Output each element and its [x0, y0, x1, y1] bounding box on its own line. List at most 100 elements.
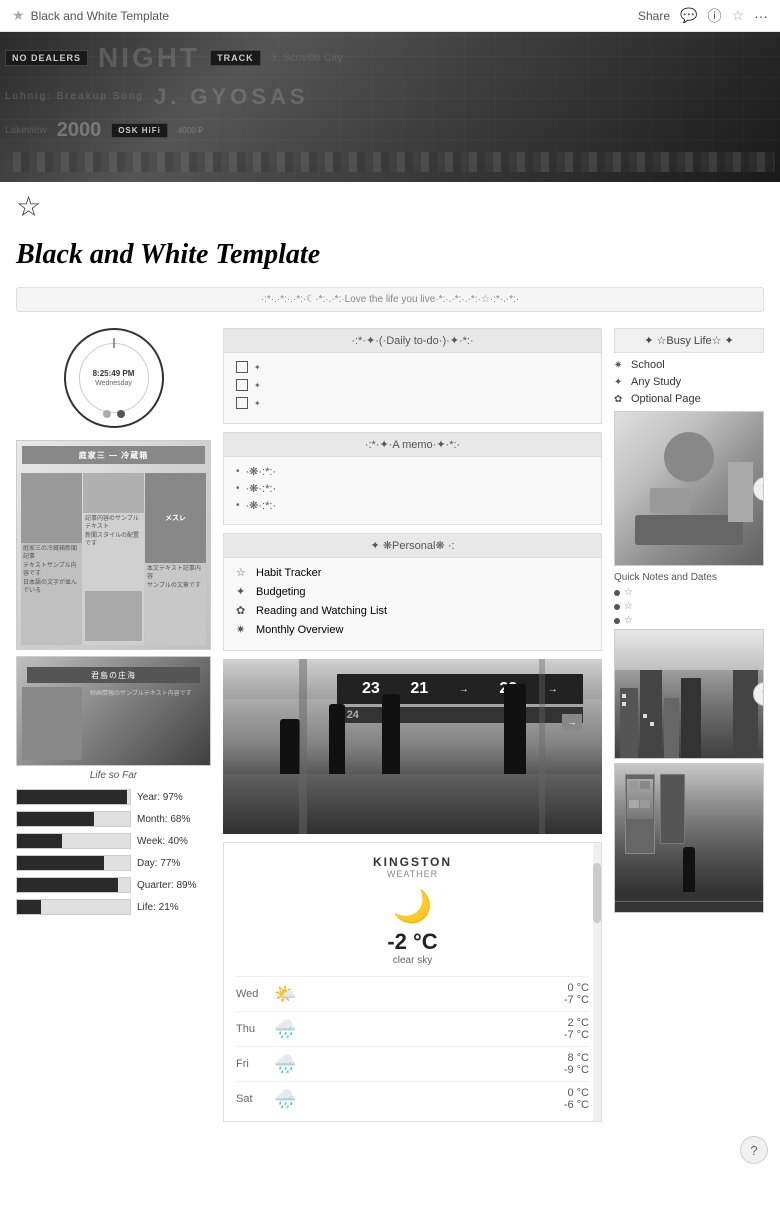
info-icon[interactable]: ⓘ — [707, 6, 721, 26]
todo-dot-3: ✦ — [254, 399, 261, 408]
life-caption: Life so Far — [16, 770, 211, 781]
optional-icon: ✿ — [614, 394, 626, 405]
busy-item-school[interactable]: ✷ School — [614, 359, 764, 371]
habit-icon: ☆ — [236, 566, 250, 579]
progress-label: Year: 97% — [137, 792, 183, 803]
weather-row-thu: Thu 🌧️ 2 °C -7 °C — [236, 1011, 589, 1046]
memo-content: • ·❋·:*:· • ·❋·:*:· • ·❋·:*:· — [224, 457, 601, 524]
bottom-space — [0, 1142, 780, 1222]
busy-item-study[interactable]: ✦ Any Study — [614, 376, 764, 388]
weather-temps-fri: 8 °C -9 °C — [564, 1052, 589, 1076]
weather-main-icon: 🌙 — [236, 879, 589, 929]
weather-widget: KINGSTON WEATHER 🌙 -2 °C clear sky Wed 🌤… — [223, 842, 602, 1122]
monthly-label: Monthly Overview — [256, 624, 343, 636]
weather-day-fri: Fri — [236, 1058, 266, 1070]
todo-checkbox-1[interactable] — [236, 361, 248, 373]
progress-bar-bg — [16, 899, 131, 915]
weather-scrollbar-thumb[interactable] — [593, 863, 601, 923]
progress-item: Month: 68% — [16, 811, 211, 827]
reading-icon: ✿ — [236, 604, 250, 617]
qn-star-3: ☆ — [624, 615, 633, 626]
weather-icon-fri: 🌧️ — [274, 1054, 296, 1075]
weather-temps-thu: 2 °C -7 °C — [564, 1017, 589, 1041]
page-tab-title: Black and White Template — [31, 9, 170, 23]
progress-section: Year: 97% Month: 68% Week: 40% Day: 77% … — [16, 789, 211, 915]
qn-star-1: ☆ — [624, 587, 633, 598]
optional-label: Optional Page — [631, 393, 701, 405]
weather-row-wed: Wed 🌤️ 0 °C -7 °C — [236, 976, 589, 1011]
weather-main-temp: -2 °C — [236, 929, 589, 955]
progress-item: Year: 97% — [16, 789, 211, 805]
help-button-fixed[interactable]: ? — [740, 1136, 768, 1164]
clock-face: 8:25:49 PM Wednesday — [64, 328, 164, 428]
station-image: 23 21 → 22 → 24 — [223, 659, 602, 834]
todo-dot-1: ✦ — [254, 363, 261, 372]
daily-todo-content: ✦ ✦ ✦ — [224, 353, 601, 423]
newspaper-image-2: 君島の庄海 映画情報のサンプルテキスト内容です — [16, 656, 211, 766]
memo-item-1: • ·❋·:*:· — [236, 465, 589, 478]
monthly-icon: ✷ — [236, 623, 250, 636]
weather-scrollbar[interactable] — [593, 843, 601, 1121]
progress-label: Day: 77% — [137, 858, 180, 869]
personal-content: ☆ Habit Tracker ✦ Budgeting ✿ Reading an… — [224, 558, 601, 650]
progress-bar-fill — [17, 790, 127, 804]
weather-label: WEATHER — [236, 869, 589, 879]
weather-day-wed: Wed — [236, 988, 266, 1000]
progress-bar-bg — [16, 789, 131, 805]
qn-star-2: ☆ — [624, 601, 633, 612]
deco-line: ·:*·.·*:·.·*:·☾·*:·.·*:·Love the life yo… — [16, 287, 764, 312]
newspaper-image-1: 庭家三 — 冷蔵箱 庭家三の冷蔵箱新聞記事テキストサンプル内容です日本語の文字が… — [16, 440, 211, 650]
page-title: Black and White Template — [0, 231, 780, 287]
memo-text-1: ·❋·:*:· — [246, 465, 277, 478]
busy-life-header: ✦ ☆Busy Life☆ ✦ — [614, 328, 764, 353]
habit-label: Habit Tracker — [256, 567, 321, 579]
weather-day-thu: Thu — [236, 1023, 266, 1035]
personal-item-habit[interactable]: ☆ Habit Tracker — [236, 566, 589, 579]
busy-item-optional[interactable]: ✿ Optional Page — [614, 393, 764, 405]
weather-desc: clear sky — [236, 955, 589, 966]
middle-column: ·:*·✦·(·Daily to-do·)·✦·*:· ✦ ✦ ✦ ·:*·✦·… — [223, 328, 602, 1122]
right-column: ✦ ☆Busy Life☆ ✦ ✷ School ✦ Any Study ✿ O… — [614, 328, 764, 1122]
quick-note-1: ☆ — [614, 587, 764, 598]
right-image-1: ? — [614, 411, 764, 566]
school-label: School — [631, 359, 665, 371]
favorite-icon[interactable]: ☆ — [731, 7, 744, 24]
memo-item-3: • ·❋·:*:· — [236, 499, 589, 512]
right-image-3 — [614, 763, 764, 913]
right-image-2: ? — [614, 629, 764, 759]
personal-item-budget[interactable]: ✦ Budgeting — [236, 585, 589, 598]
progress-label: Month: 68% — [137, 814, 190, 825]
qn-bullet-2 — [614, 604, 620, 610]
progress-bar-fill — [17, 834, 62, 848]
page-star-section: ☆ — [0, 182, 780, 231]
progress-bar-fill — [17, 856, 104, 870]
progress-bar-fill — [17, 812, 94, 826]
main-content: 8:25:49 PM Wednesday 庭家三 — 冷蔵箱 庭家三の冷蔵箱新聞… — [0, 328, 780, 1142]
progress-label: Quarter: 89% — [137, 880, 196, 891]
budget-icon: ✦ — [236, 585, 250, 598]
progress-label: Week: 40% — [137, 836, 188, 847]
top-bar-left: ★ Black and White Template — [12, 7, 169, 24]
todo-item-2[interactable]: ✦ — [236, 379, 589, 391]
comment-icon[interactable]: 💬 — [680, 7, 697, 24]
hero-banner: NO DEALERS NIGHT TRACK 3. Scoville City … — [0, 32, 780, 182]
todo-item-3[interactable]: ✦ — [236, 397, 589, 409]
share-button[interactable]: Share — [638, 9, 670, 23]
clock-day: Wednesday — [95, 380, 132, 387]
page-favicon-icon: ★ — [12, 7, 25, 24]
personal-item-monthly[interactable]: ✷ Monthly Overview — [236, 623, 589, 636]
todo-checkbox-2[interactable] — [236, 379, 248, 391]
progress-bar-fill — [17, 900, 41, 914]
daily-todo-header: ·:*·✦·(·Daily to-do·)·✦·*:· — [224, 329, 601, 353]
todo-checkbox-3[interactable] — [236, 397, 248, 409]
weather-icon-sat: 🌧️ — [274, 1089, 296, 1110]
progress-item: Day: 77% — [16, 855, 211, 871]
weather-temps-wed: 0 °C -7 °C — [564, 982, 589, 1006]
todo-item-1[interactable]: ✦ — [236, 361, 589, 373]
weather-icon-wed: 🌤️ — [274, 984, 296, 1005]
personal-item-reading[interactable]: ✿ Reading and Watching List — [236, 604, 589, 617]
memo-item-2: • ·❋·:*:· — [236, 482, 589, 495]
progress-bar-bg — [16, 855, 131, 871]
weather-temps-sat: 0 °C -6 °C — [564, 1087, 589, 1111]
more-menu-icon[interactable]: ··· — [754, 8, 768, 24]
